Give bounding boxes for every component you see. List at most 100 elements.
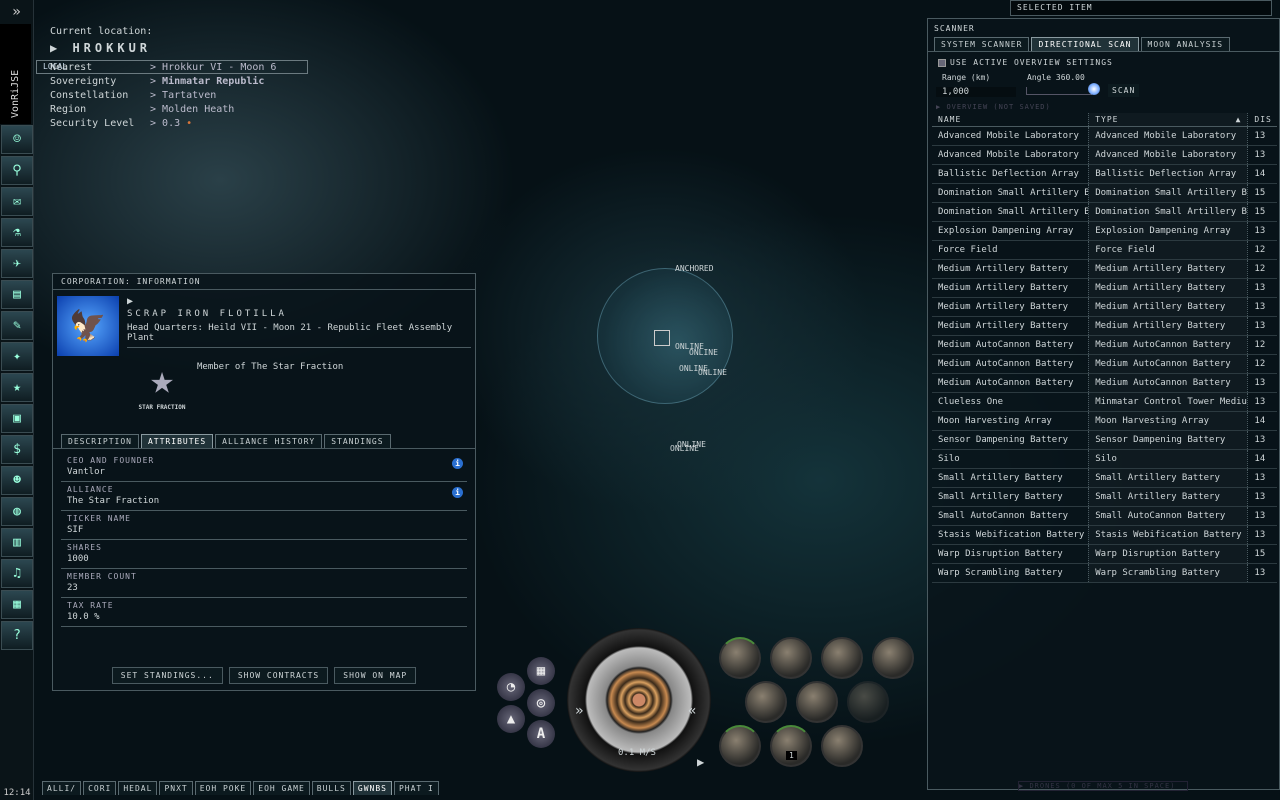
neocom-corporation-button[interactable]: ★ <box>1 373 33 402</box>
chat-tab[interactable]: EOH POKE <box>194 781 252 795</box>
scan-result-row[interactable]: Explosion Dampening Array Explosion Dampe… <box>932 222 1277 241</box>
module-slot[interactable] <box>770 637 812 679</box>
scan-result-row[interactable]: Medium AutoCannon Battery Medium AutoCann… <box>932 374 1277 393</box>
scan-result-row[interactable]: Medium AutoCannon Battery Medium AutoCann… <box>932 336 1277 355</box>
location-value-text[interactable]: Molden Heath <box>162 104 234 115</box>
tab-moon-analysis[interactable]: MOON ANALYSIS <box>1140 37 1231 51</box>
cargo-button[interactable]: ▦ <box>527 657 555 685</box>
tab-attributes[interactable]: ATTRIBUTES <box>140 434 214 448</box>
info-icon[interactable]: i <box>452 458 463 469</box>
scan-result-row[interactable]: Medium Artillery Battery Medium Artillery… <box>932 298 1277 317</box>
module-slot[interactable] <box>821 725 863 767</box>
info-icon[interactable]: i <box>452 487 463 498</box>
space-bracket-label[interactable]: ONLINE <box>698 368 727 377</box>
angle-slider-handle[interactable] <box>1088 83 1100 95</box>
neocom-science-industry-button[interactable]: ⚗ <box>1 218 33 247</box>
show-on-map-button[interactable]: SHOW ON MAP <box>334 667 417 684</box>
use-overview-checkbox[interactable] <box>938 58 946 67</box>
location-value[interactable]: > 0.3 • <box>150 117 276 131</box>
scan-result-row[interactable]: Advanced Mobile Laboratory Advanced Mobil… <box>932 146 1277 165</box>
overview-preset-label[interactable]: ▶ OVERVIEW (NOT SAVED) <box>928 103 1279 111</box>
chat-tab[interactable]: EOH GAME <box>253 781 310 795</box>
neocom-map-button[interactable]: ✦ <box>1 342 33 371</box>
module-slot[interactable] <box>719 725 761 767</box>
expand-arrow-icon[interactable]: ▶ <box>127 296 471 307</box>
selected-item-window[interactable]: SELECTED ITEM <box>1010 0 1272 16</box>
neocom-help-button[interactable]: ? <box>1 621 33 650</box>
speed-down-icon[interactable]: « <box>688 703 696 719</box>
scan-result-row[interactable]: Domination Small Artillery BatteryDomina… <box>932 184 1277 203</box>
chat-tab[interactable]: ALLI/ <box>42 781 82 795</box>
scan-result-row[interactable]: Advanced Mobile Laboratory Advanced Mobil… <box>932 127 1277 146</box>
neocom-assets-button[interactable]: ▣ <box>1 404 33 433</box>
neocom-people-button[interactable]: ☻ <box>1 466 33 495</box>
tab-description[interactable]: DESCRIPTION <box>61 434 139 448</box>
scan-result-row[interactable]: Warp Scrambling Battery Warp Scrambling B… <box>932 564 1277 583</box>
speed-readout[interactable]: 0.1 M/S <box>618 748 656 758</box>
tab-alliance-history[interactable]: ALLIANCE HISTORY <box>215 434 323 448</box>
character-name[interactable]: VonRiJSE <box>0 24 31 124</box>
neocom-fleet-button[interactable]: ✈ <box>1 249 33 278</box>
neocom-calculator-button[interactable]: ▦ <box>1 590 33 619</box>
speed-up-icon[interactable]: » <box>575 703 583 719</box>
module-slot[interactable]: 1 <box>770 725 812 767</box>
neocom-browser-button[interactable]: ◍ <box>1 497 33 526</box>
space-bracket-label[interactable]: ONLINE <box>689 348 718 357</box>
chat-tab[interactable]: HEDAL <box>118 781 158 795</box>
alliance-logo[interactable]: ★ STAR FRACTION <box>127 356 197 426</box>
neocom-mail-button[interactable]: ✉ <box>1 187 33 216</box>
neocom-people-places-button[interactable]: ⚲ <box>1 156 33 185</box>
module-slot[interactable] <box>872 637 914 679</box>
location-value[interactable]: > Molden Heath <box>150 103 276 117</box>
scan-button[interactable]: SCAN <box>1108 84 1140 97</box>
scan-result-row[interactable]: Moon Harvesting Array Moon Harvesting Arr… <box>932 412 1277 431</box>
scan-result-row[interactable]: Small AutoCannon Battery Small AutoCannon… <box>932 507 1277 526</box>
scan-result-row[interactable]: Warp Disruption Battery Warp Disruption B… <box>932 545 1277 564</box>
location-value-text[interactable]: Hrokkur VI - Moon 6 <box>162 62 276 73</box>
scan-result-row[interactable]: Small Artillery Battery Small Artillery B… <box>932 469 1277 488</box>
ship-button[interactable]: ▲ <box>497 705 525 733</box>
module-slot[interactable] <box>719 637 761 679</box>
scan-result-row[interactable]: Medium Artillery Battery Medium Artillery… <box>932 317 1277 336</box>
module-slot[interactable] <box>821 637 863 679</box>
column-header-type[interactable]: TYPE ▲ <box>1088 113 1247 126</box>
column-header-dis[interactable]: DIS <box>1247 113 1277 126</box>
space-bracket-label[interactable]: ONLINE <box>670 444 699 453</box>
drones-header[interactable]: ▶ DRONES (0 OF MAX 5 IN SPACE) <box>1018 781 1188 791</box>
neocom-journal-button[interactable]: ▥ <box>1 528 33 557</box>
scan-result-row[interactable]: Domination Small Artillery BatteryDomina… <box>932 203 1277 222</box>
expand-modules-icon[interactable]: ▶ <box>697 755 704 769</box>
location-value[interactable]: > Hrokkur VI - Moon 6 <box>150 61 276 75</box>
control-tower-bracket[interactable] <box>654 330 670 346</box>
scanner-button[interactable]: ◔ <box>497 673 525 701</box>
set-standings-button[interactable]: SET STANDINGS... <box>111 667 223 684</box>
location-value-text[interactable]: Tartatven <box>162 90 216 101</box>
range-input[interactable]: 1,000 <box>936 87 1016 97</box>
chat-tab[interactable]: GWNBS <box>352 781 392 795</box>
tab-standings[interactable]: STANDINGS <box>324 434 391 448</box>
column-header-name[interactable]: NAME <box>932 113 1088 126</box>
scan-result-row[interactable]: Clueless One Minmatar Control Tower Mediu… <box>932 393 1277 412</box>
scan-result-row[interactable]: Force Field Force Field 12 <box>932 241 1277 260</box>
chat-tab[interactable]: BULLS <box>311 781 351 795</box>
scan-result-row[interactable]: Ballistic Deflection Array Ballistic Defl… <box>932 165 1277 184</box>
module-slot[interactable] <box>745 681 787 723</box>
neocom-wallet-button[interactable]: $ <box>1 435 33 464</box>
location-value-text[interactable]: 0.3 <box>162 118 180 129</box>
scan-result-row[interactable]: Sensor Dampening Battery Sensor Dampening… <box>932 431 1277 450</box>
corp-hq[interactable]: Head Quarters: Heild VII - Moon 21 - Rep… <box>127 323 471 348</box>
probe-scanner-button[interactable]: ◎ <box>527 689 555 717</box>
neocom-audio-button[interactable]: ♫ <box>1 559 33 588</box>
scan-result-row[interactable]: Silo Silo 14 <box>932 450 1277 469</box>
module-slot[interactable] <box>847 681 889 723</box>
scan-result-row[interactable]: Medium Artillery Battery Medium Artillery… <box>932 279 1277 298</box>
chat-tab[interactable]: PNXT <box>159 781 193 795</box>
system-name[interactable]: ▶ HROKKUR <box>50 41 276 55</box>
scan-result-row[interactable]: Medium Artillery Battery Medium Artillery… <box>932 260 1277 279</box>
space-bracket-label[interactable]: ANCHORED <box>675 264 714 273</box>
module-slot[interactable] <box>796 681 838 723</box>
tab-directional-scan[interactable]: DIRECTIONAL SCAN <box>1031 37 1139 51</box>
scan-result-row[interactable]: Medium AutoCannon Battery Medium AutoCann… <box>932 355 1277 374</box>
neocom-market-button[interactable]: ▤ <box>1 280 33 309</box>
neocom-contracts-button[interactable]: ✎ <box>1 311 33 340</box>
